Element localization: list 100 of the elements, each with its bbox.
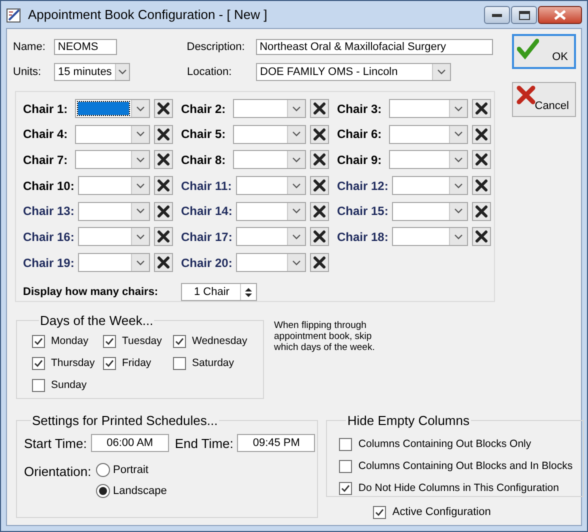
chevron-icon xyxy=(437,69,446,75)
checkbox-label[interactable]: Do Not Hide Columns in This Configuration xyxy=(358,482,559,494)
chevron-icon xyxy=(292,234,301,240)
location-dropdown[interactable]: DOE FAMILY OMS - Lincoln xyxy=(256,63,451,81)
field-label: Description: xyxy=(186,41,246,53)
x-icon xyxy=(475,128,488,141)
checkbox[interactable] xyxy=(103,334,116,348)
checkbox[interactable] xyxy=(339,460,352,472)
chevron-icon xyxy=(292,260,301,266)
start-time-field[interactable]: 06:00 AM xyxy=(90,434,169,452)
checkbox[interactable] xyxy=(32,334,45,348)
radio-label[interactable]: Portrait xyxy=(113,464,148,476)
checkbox-label[interactable]: Wednesday xyxy=(192,335,248,347)
x-icon xyxy=(157,204,170,218)
checkbox[interactable] xyxy=(339,482,352,494)
radio-button[interactable] xyxy=(96,484,110,498)
clear-button[interactable] xyxy=(310,150,329,170)
chair-label: Chair 8: xyxy=(181,152,227,167)
clear-button[interactable] xyxy=(310,227,329,246)
field-label: Units: xyxy=(13,66,42,78)
clear-button[interactable] xyxy=(310,124,329,144)
chevron-icon xyxy=(136,208,145,214)
checkbox-label[interactable]: Sunday xyxy=(51,379,87,391)
chevron-icon xyxy=(454,106,463,112)
checkbox[interactable] xyxy=(32,356,45,370)
checkbox-label[interactable]: Thursday xyxy=(51,357,95,369)
checkbox[interactable] xyxy=(339,438,352,450)
x-icon xyxy=(516,85,536,105)
checkbox[interactable] xyxy=(103,356,116,370)
clear-button[interactable] xyxy=(310,202,329,221)
clear-button[interactable] xyxy=(472,124,491,144)
chair-label: Chair 5: xyxy=(181,127,227,142)
checkbox-label[interactable]: Friday xyxy=(122,357,152,369)
chair-count-spinner[interactable]: 1 Chair xyxy=(181,283,257,302)
checkbox-label[interactable]: Monday xyxy=(51,335,88,347)
close-button[interactable] xyxy=(538,6,582,24)
group-title: Days of the Week... xyxy=(39,313,154,328)
field-label: Start Time: xyxy=(24,436,87,450)
chevron-icon xyxy=(118,69,127,75)
chair-label: Chair 7: xyxy=(23,152,69,167)
chair-label: Chair 2: xyxy=(181,102,227,116)
minimize-button[interactable] xyxy=(484,6,510,24)
clear-button[interactable] xyxy=(154,150,173,170)
units-dropdown[interactable]: 15 minutes xyxy=(54,63,130,81)
x-icon xyxy=(313,153,326,166)
chevron-icon xyxy=(136,106,145,112)
chair-label: Chair 20: xyxy=(181,256,232,270)
chair-label: Chair 1: xyxy=(23,102,69,116)
clear-button[interactable] xyxy=(154,176,173,196)
field-label: Location: xyxy=(187,66,233,78)
checkbox-label[interactable]: Tuesday xyxy=(122,335,162,347)
chevron-icon xyxy=(136,234,145,240)
app-icon xyxy=(6,6,22,22)
checkmark-icon xyxy=(517,38,539,60)
ok-button[interactable]: OK xyxy=(512,34,576,69)
chevron-icon xyxy=(136,156,145,163)
checkbox[interactable] xyxy=(373,506,386,518)
clear-button[interactable] xyxy=(154,253,173,272)
radio-label[interactable]: Landscape xyxy=(113,485,167,497)
checkbox[interactable] xyxy=(173,356,186,370)
clear-button[interactable] xyxy=(472,176,491,196)
chevron-icon xyxy=(136,260,145,266)
description-field[interactable]: Northeast Oral & Maxillofacial Surgery xyxy=(256,39,493,55)
x-icon xyxy=(313,128,326,141)
clear-button[interactable] xyxy=(310,99,329,118)
name-field[interactable]: NEOMS xyxy=(54,39,117,55)
chair-dropdown[interactable] xyxy=(75,99,150,118)
maximize-button[interactable] xyxy=(511,6,537,24)
x-icon xyxy=(157,153,170,166)
chair-label: Chair 10: xyxy=(23,178,74,193)
chair-label: Chair 15: xyxy=(337,204,388,218)
clear-button[interactable] xyxy=(310,253,329,272)
chevron-icon xyxy=(292,156,301,163)
clear-button[interactable] xyxy=(154,99,173,118)
clear-button[interactable] xyxy=(472,150,491,170)
x-icon xyxy=(157,230,170,244)
checkbox[interactable] xyxy=(173,334,186,348)
clear-button[interactable] xyxy=(154,202,173,221)
clear-button[interactable] xyxy=(472,99,491,118)
clear-button[interactable] xyxy=(472,227,491,246)
chair-label: Chair 17: xyxy=(181,230,232,244)
radio-button[interactable] xyxy=(96,463,110,477)
hint-text: When flipping through appointment book, skip which days of the week. xyxy=(274,320,376,355)
clear-button[interactable] xyxy=(154,227,173,246)
chevron-icon xyxy=(292,106,301,112)
close-icon xyxy=(554,10,566,20)
clear-button[interactable] xyxy=(310,176,329,196)
chevron-icon xyxy=(292,131,301,138)
chair-label: Chair 3: xyxy=(337,102,383,116)
checkbox-label[interactable]: Columns Containing Out Blocks and In Blocks xyxy=(358,460,573,472)
checkbox-label[interactable]: Saturday xyxy=(192,357,234,369)
cancel-button[interactable]: Cancel xyxy=(512,82,576,117)
end-time-field[interactable]: 09:45 PM xyxy=(237,434,316,452)
checkbox-label[interactable]: Columns Containing Out Blocks Only xyxy=(358,438,532,450)
checkbox[interactable] xyxy=(32,378,45,392)
clear-button[interactable] xyxy=(154,124,173,144)
checkbox-label[interactable]: Active Configuration xyxy=(392,506,491,518)
x-icon xyxy=(313,204,326,218)
chevron-icon xyxy=(136,131,145,138)
clear-button[interactable] xyxy=(472,202,491,221)
